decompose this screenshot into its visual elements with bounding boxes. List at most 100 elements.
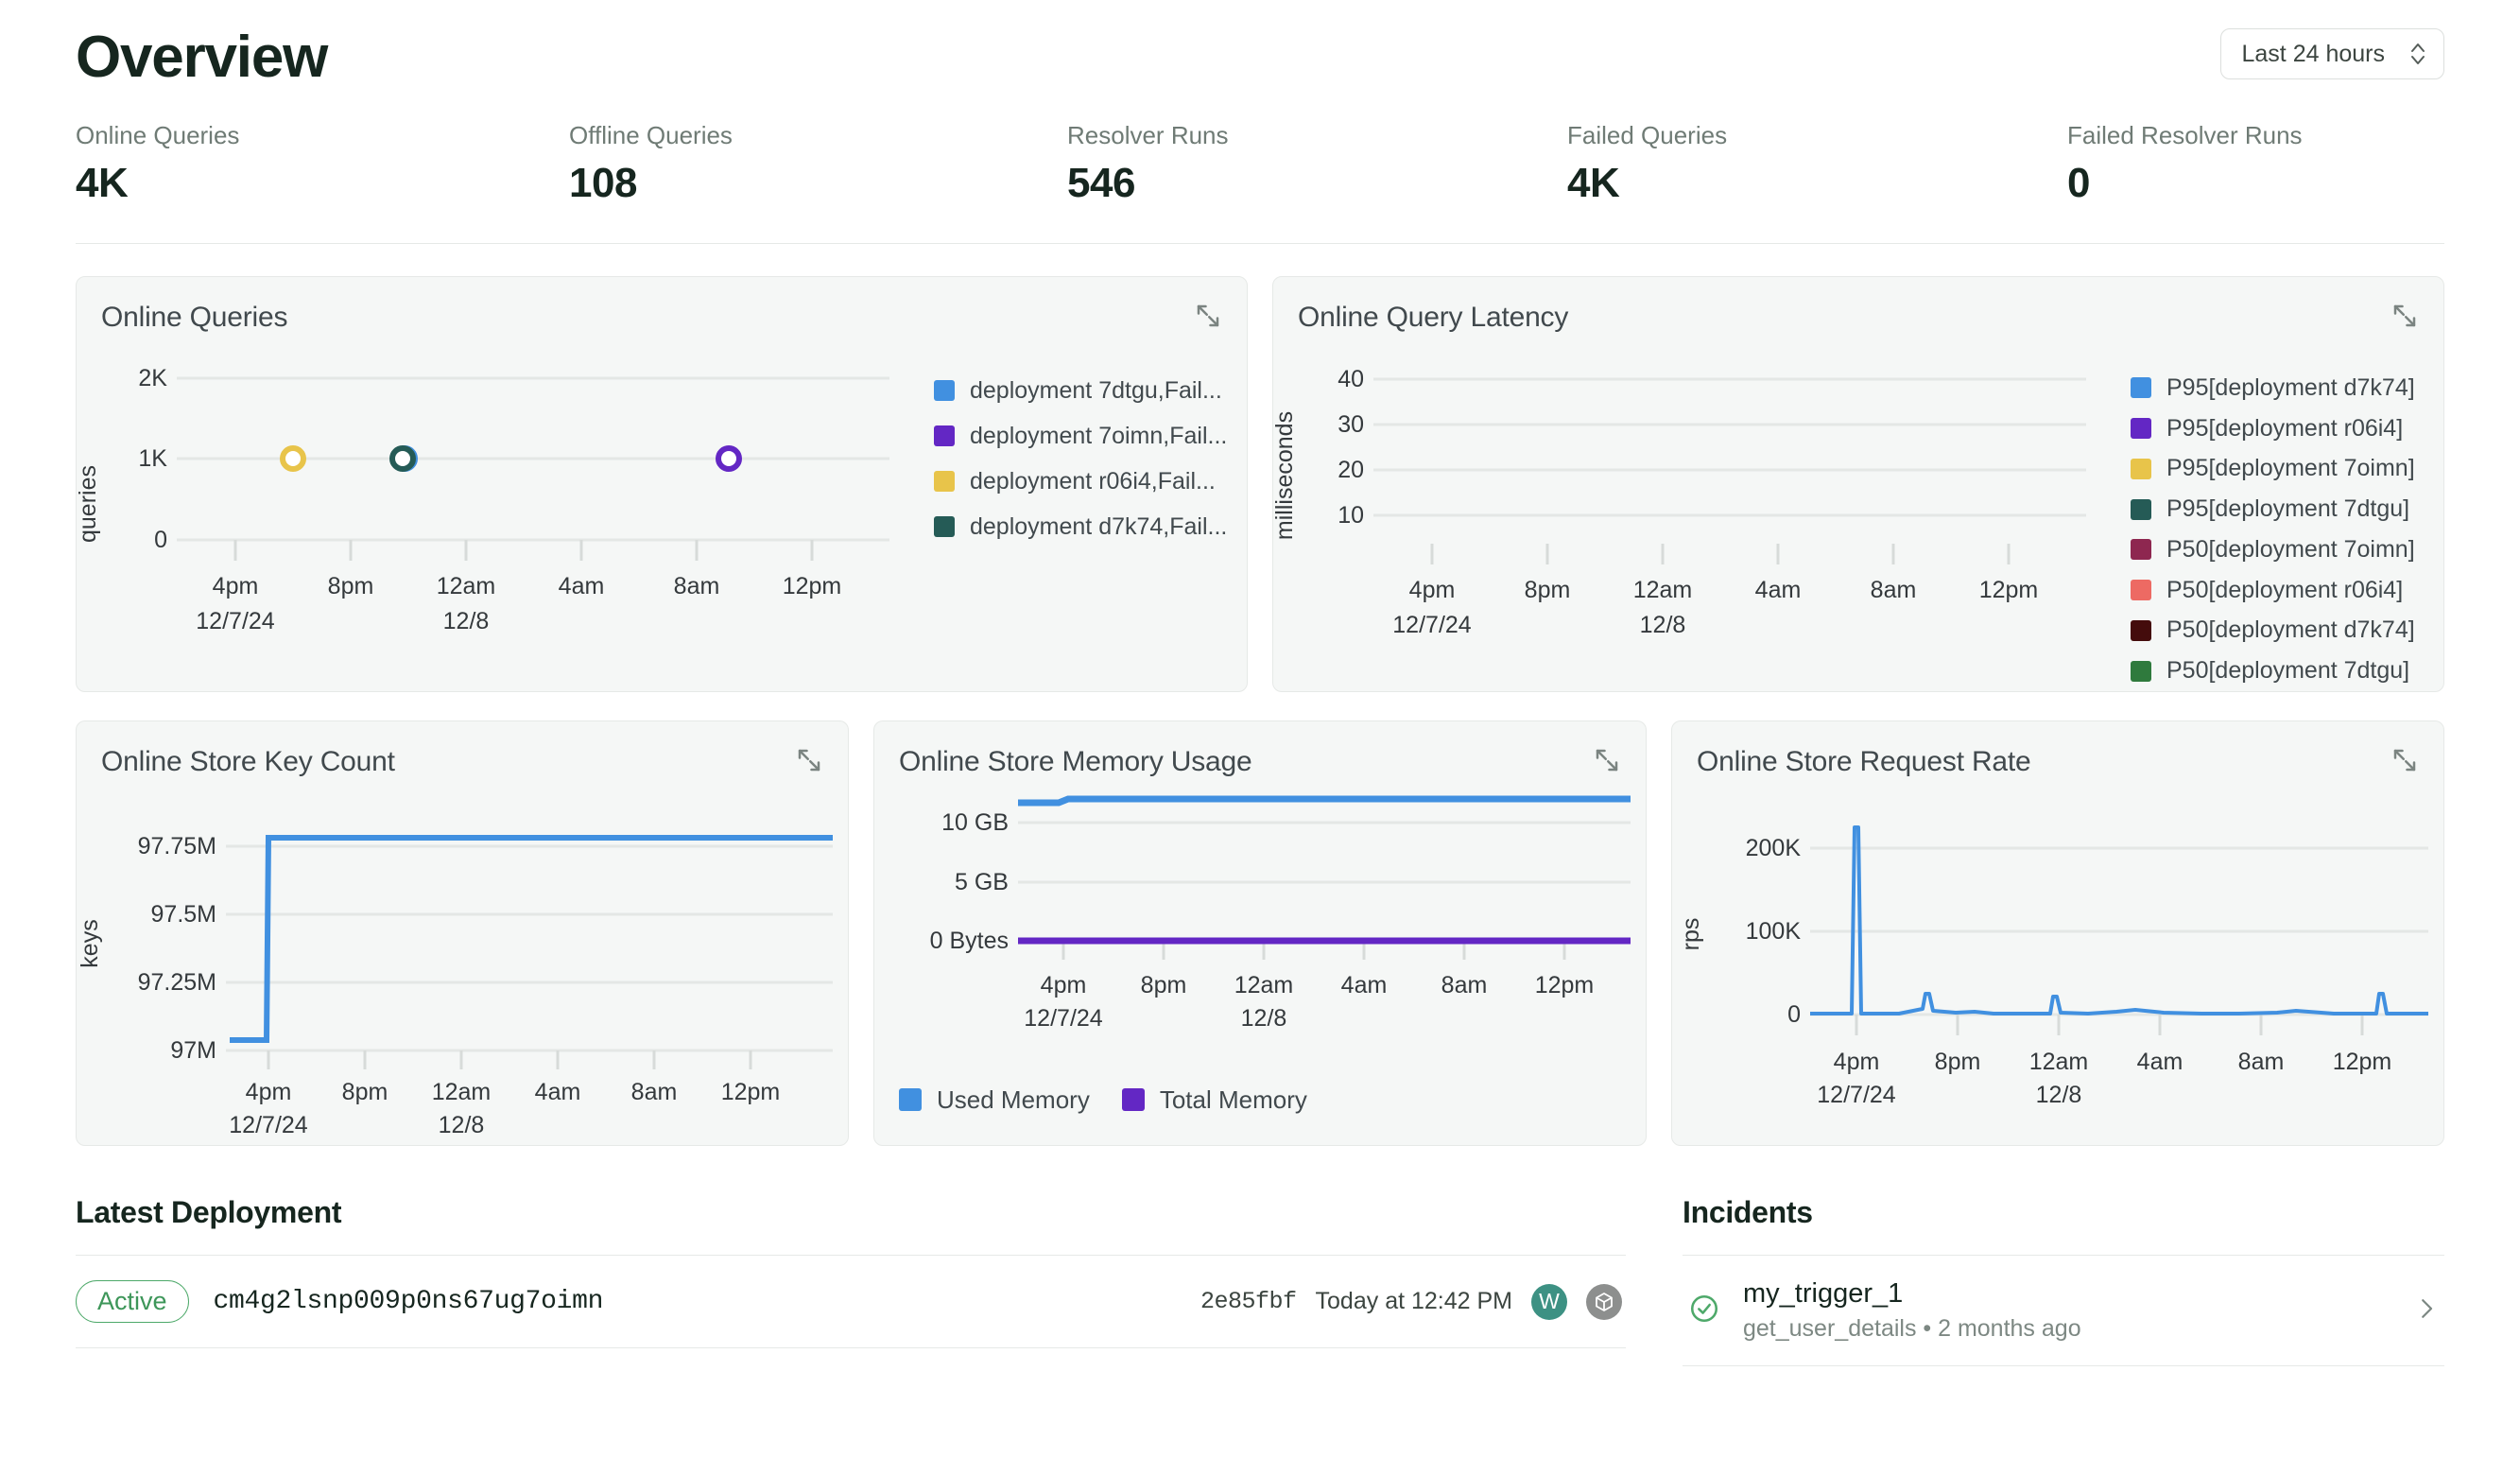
legend-swatch-icon	[1121, 1088, 1145, 1111]
legend-item[interactable]: Total Memory	[1121, 1077, 1307, 1122]
legend-item[interactable]: P95[deployment 7oimn]	[2131, 449, 2443, 490]
incident-row-rule	[1683, 1365, 2444, 1366]
svg-text:12/8: 12/8	[439, 1112, 485, 1137]
svg-text:2K: 2K	[138, 365, 167, 391]
plot-online-store-request-rate[interactable]: rps 200K 100K 0 4pm 8pm 12am 4am 8am 12p…	[1672, 778, 2443, 1137]
expand-diagonal-icon[interactable]	[1194, 302, 1222, 335]
legend-label: P95[deployment 7dtgu]	[2166, 495, 2410, 523]
svg-text:8pm: 8pm	[1141, 972, 1187, 998]
svg-text:12/7/24: 12/7/24	[229, 1112, 308, 1137]
expand-diagonal-icon[interactable]	[1593, 746, 1621, 779]
svg-text:5 GB: 5 GB	[955, 869, 1009, 895]
legend-label: deployment d7k74,Fail...	[970, 512, 1228, 540]
svg-text:0: 0	[154, 527, 167, 553]
deployment-row[interactable]: Active cm4g2lsnp009p0ns67ug7oimn 2e85fbf…	[76, 1256, 1626, 1347]
legend-item[interactable]: P50[deployment d7k74]	[2131, 611, 2443, 651]
svg-text:8am: 8am	[674, 573, 720, 599]
plot-online-queries[interactable]: queries 2K 1K 0 4pm 8pm 12am 4am 8am 12p…	[77, 334, 911, 691]
svg-text:8am: 8am	[631, 1079, 678, 1105]
svg-text:4am: 4am	[2137, 1049, 2183, 1075]
svg-text:97.75M: 97.75M	[138, 833, 216, 859]
panel-title: Online Store Key Count	[101, 746, 395, 777]
svg-text:10: 10	[1338, 502, 1364, 529]
svg-text:12am: 12am	[2029, 1049, 2089, 1075]
svg-text:12/8: 12/8	[2036, 1082, 2082, 1108]
panel-title: Online Query Latency	[1298, 302, 1569, 333]
svg-text:200K: 200K	[1746, 835, 1802, 861]
deployment-row-rule	[76, 1347, 1626, 1349]
expand-diagonal-icon[interactable]	[795, 746, 823, 779]
expand-diagonal-icon[interactable]	[2391, 302, 2419, 335]
time-range-select[interactable]: Last 24 hours	[2219, 28, 2444, 79]
legend-online-query-latency: P95[deployment d7k74] P95[deployment r06…	[2108, 334, 2443, 691]
svg-text:12pm: 12pm	[1979, 577, 2039, 603]
svg-text:97.25M: 97.25M	[138, 969, 216, 996]
svg-text:1K: 1K	[138, 445, 167, 472]
legend-label: Total Memory	[1159, 1085, 1307, 1114]
legend-item[interactable]: deployment 7dtgu,Fail...	[934, 368, 1247, 413]
svg-text:12am: 12am	[1633, 577, 1693, 603]
legend-label: deployment 7oimn,Fail...	[970, 422, 1228, 449]
svg-text:12/7/24: 12/7/24	[1817, 1082, 1896, 1108]
avatar[interactable]: W	[1531, 1283, 1567, 1320]
plot-online-store-memory-usage[interactable]: 10 GB 5 GB 0 Bytes 4pm 8pm 12am 4am 8am …	[874, 778, 1646, 1081]
legend-swatch-icon	[934, 516, 955, 537]
svg-text:4pm: 4pm	[1409, 577, 1456, 603]
legend-online-queries: deployment 7dtgu,Fail... deployment 7oim…	[911, 334, 1247, 691]
summary-stats: Online Queries 4K Offline Queries 108 Re…	[76, 121, 2444, 207]
expand-diagonal-icon[interactable]	[2391, 746, 2419, 779]
latest-deployment-section: Latest Deployment Active cm4g2lsnp009p0n…	[76, 1195, 1626, 1366]
legend-item[interactable]: P50[deployment r06i4]	[2131, 570, 2443, 611]
legend-item[interactable]: Used Memory	[899, 1077, 1090, 1122]
panel-online-query-latency: Online Query Latency milliseconds 40 30 …	[1272, 276, 2444, 692]
plot-online-store-key-count[interactable]: keys 97.75M 97.5M 97.25M 97M 4pm 8pm 12a…	[77, 778, 848, 1137]
legend-item[interactable]: deployment r06i4,Fail...	[934, 459, 1247, 504]
cube-icon[interactable]	[1586, 1283, 1622, 1320]
stat-label: Resolver Runs	[1067, 121, 1229, 149]
svg-text:8am: 8am	[1441, 972, 1488, 998]
legend-item[interactable]: P95[deployment d7k74]	[2131, 368, 2443, 408]
charts-row-1: Online Queries queries 2K 1K 0 4pm 8pm 1…	[76, 276, 2444, 692]
header-divider	[76, 243, 2444, 244]
legend-online-store-memory-usage: Used Memory Total Memory	[874, 1077, 1646, 1122]
stat-resolver-runs: Resolver Runs 546	[1067, 121, 1567, 207]
panel-title: Online Store Request Rate	[1697, 746, 2031, 777]
svg-text:8am: 8am	[1871, 577, 1917, 603]
svg-text:4pm: 4pm	[213, 573, 259, 599]
overview-page: Overview Last 24 hours Online Queries 4K…	[0, 0, 2520, 1458]
legend-item[interactable]: P95[deployment 7dtgu]	[2131, 489, 2443, 529]
legend-swatch-icon	[2131, 458, 2151, 479]
legend-label: deployment 7dtgu,Fail...	[970, 376, 1222, 404]
panel-title: Online Store Memory Usage	[899, 746, 1252, 777]
legend-item[interactable]: deployment 7oimn,Fail...	[934, 413, 1247, 459]
time-range-label: Last 24 hours	[2241, 40, 2386, 67]
panel-online-store-memory-usage: Online Store Memory Usage 10 GB 5 GB 0 B…	[873, 720, 1647, 1146]
svg-text:queries: queries	[77, 465, 101, 543]
stat-value: 0	[2067, 160, 2090, 206]
legend-label: P50[deployment 7dtgu]	[2166, 657, 2410, 685]
check-circle-icon	[1688, 1293, 1720, 1329]
incident-row[interactable]: my_trigger_1 get_user_details • 2 months…	[1683, 1256, 2444, 1365]
plot-online-query-latency[interactable]: milliseconds 40 30 20 10 4pm 8pm 12am 4a…	[1273, 334, 2108, 691]
svg-text:0 Bytes: 0 Bytes	[930, 928, 1009, 954]
svg-text:4pm: 4pm	[1834, 1049, 1880, 1075]
legend-item[interactable]: P95[deployment r06i4]	[2131, 408, 2443, 449]
bottom-section: Latest Deployment Active cm4g2lsnp009p0n…	[76, 1195, 2444, 1366]
panel-online-store-request-rate: Online Store Request Rate rps 200K 100K …	[1671, 720, 2444, 1146]
stat-failed-resolver-runs: Failed Resolver Runs 0	[2067, 121, 2303, 207]
legend-item[interactable]: deployment d7k74,Fail...	[934, 504, 1247, 549]
legend-swatch-icon	[2131, 418, 2151, 440]
stat-offline-queries: Offline Queries 108	[569, 121, 1067, 207]
chevron-right-icon[interactable]	[2412, 1294, 2441, 1328]
chevron-up-down-icon	[2409, 40, 2426, 68]
svg-text:97.5M: 97.5M	[151, 901, 216, 928]
legend-label: P50[deployment 7oimn]	[2166, 535, 2415, 563]
legend-label: P50[deployment r06i4]	[2166, 576, 2404, 603]
legend-item[interactable]: P50[deployment 7dtgu]	[2131, 651, 2443, 691]
stat-failed-queries: Failed Queries 4K	[1567, 121, 2067, 207]
legend-item[interactable]: P50[deployment 7oimn]	[2131, 529, 2443, 570]
svg-text:8pm: 8pm	[1525, 577, 1571, 603]
svg-text:8pm: 8pm	[328, 573, 374, 599]
svg-text:12pm: 12pm	[2333, 1049, 2392, 1075]
section-title: Incidents	[1683, 1195, 1813, 1229]
